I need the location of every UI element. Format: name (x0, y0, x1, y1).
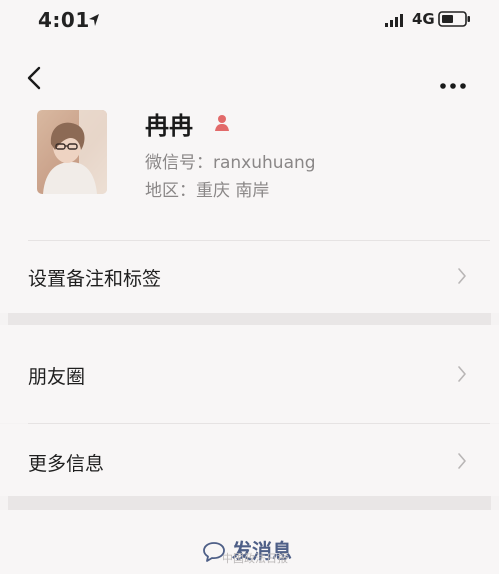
ellipsis-icon[interactable] (440, 74, 466, 93)
chevron-right-icon (457, 452, 467, 474)
nav-bar (0, 44, 499, 104)
profile-header: 冉冉 微信号：ranxuhuang 地区：重庆 南岸 (0, 96, 499, 241)
avatar[interactable] (37, 110, 107, 194)
status-bar: 4:01 4G (0, 0, 499, 44)
region-value: 重庆 南岸 (196, 181, 270, 201)
menu-item-label: 设置备注和标签 (28, 268, 162, 290)
menu-item-more-info[interactable]: 更多信息 (0, 424, 499, 496)
location-arrow-icon (88, 12, 100, 31)
region-label: 地区： (145, 181, 196, 201)
menu-item-label: 更多信息 (28, 453, 105, 475)
menu-item-moments[interactable]: 朋友圈 (0, 325, 499, 423)
signal-icon (384, 12, 408, 31)
section-gap (8, 313, 491, 325)
status-time: 4:01 (38, 8, 90, 32)
region: 地区：重庆 南岸 (145, 176, 269, 201)
watermark: 中国政法日报 (222, 552, 288, 565)
battery-icon (438, 10, 472, 32)
menu-item-label: 朋友圈 (28, 366, 86, 388)
chevron-left-icon[interactable] (26, 66, 42, 94)
chevron-right-icon (457, 267, 467, 289)
wechat-id-value: ranxuhuang (213, 153, 316, 173)
menu-item-remark-tags[interactable]: 设置备注和标签 (0, 241, 499, 313)
female-person-icon (214, 114, 230, 136)
profile-name: 冉冉 (145, 112, 193, 140)
wechat-id: 微信号：ranxuhuang (145, 148, 316, 173)
network-type: 4G (412, 10, 435, 28)
section-gap (8, 496, 491, 510)
chevron-right-icon (457, 365, 467, 387)
wechat-id-label: 微信号： (145, 153, 213, 173)
